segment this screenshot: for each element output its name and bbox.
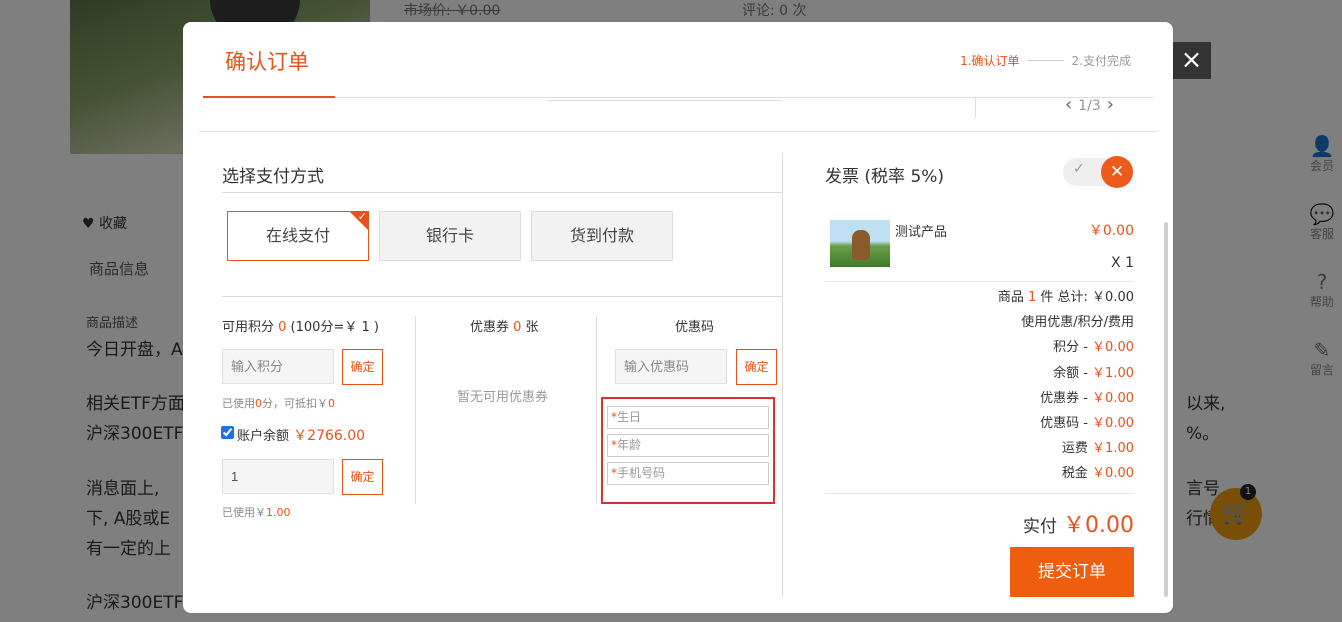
column-divider xyxy=(596,316,597,504)
step-paid: 2.支付完成 xyxy=(1071,54,1131,68)
summary-row-promo: 优惠码 - ￥0.00 xyxy=(1040,416,1134,431)
goods-total: 商品 1 件 总计: ￥0.00 xyxy=(997,290,1134,305)
balance-label: 账户余额 ￥2766.00 xyxy=(237,428,366,444)
chevron-left-icon[interactable]: ‹ xyxy=(1065,94,1072,115)
total-divider xyxy=(825,493,1134,494)
summary-row-coupon: 优惠券 - ￥0.00 xyxy=(1040,391,1134,406)
title-underline xyxy=(203,96,335,98)
product-name: 测试产品 xyxy=(895,225,948,240)
summary-row-tax: 税金 ￥0.00 xyxy=(1061,466,1134,481)
promo-confirm-button[interactable]: 确定 xyxy=(736,349,777,385)
points-input[interactable] xyxy=(222,349,334,384)
pager: ‹ 1/3 › xyxy=(1059,94,1120,115)
payment-title: 选择支付方式 xyxy=(222,167,324,187)
birthday-field[interactable]: *生日 xyxy=(607,406,769,429)
pay-online-button[interactable]: 在线支付 ✓ xyxy=(227,210,369,261)
close-icon[interactable]: × xyxy=(1172,42,1211,79)
confirm-order-modal: 确认订单 1.确认订单 2.支付完成 ‹ 1/3 › 选择支付方式 在线支付 ✓ 银… xyxy=(183,22,1173,613)
product-price: ￥0.00 xyxy=(1088,223,1134,239)
close-icon[interactable]: ✕ xyxy=(1101,156,1133,188)
coupon-label: 优惠券 0 张 xyxy=(470,320,539,335)
age-field[interactable]: *年龄 xyxy=(607,434,769,457)
summary-row-points: 积分 - ￥0.00 xyxy=(1053,340,1134,355)
phone-field[interactable]: *手机号码 xyxy=(607,462,769,485)
promo-input[interactable] xyxy=(615,349,727,384)
discount-divider xyxy=(222,296,782,297)
chevron-right-icon[interactable]: › xyxy=(1107,94,1114,115)
balance-checkbox[interactable] xyxy=(221,426,234,439)
scrolled-input-edge xyxy=(547,98,782,101)
pay-cod-button[interactable]: 货到付款 xyxy=(531,211,673,261)
check-icon: ✓ xyxy=(357,210,367,223)
balance-used-text: 已使用￥1.00 xyxy=(222,506,291,519)
discount-heading: 使用优惠/积分/费用 xyxy=(1021,315,1134,330)
submit-order-button[interactable]: 提交订单 xyxy=(1010,547,1134,597)
summary-row-shipping: 运费 ￥1.00 xyxy=(1061,441,1134,456)
payment-divider xyxy=(222,192,782,193)
section-divider xyxy=(199,131,1157,132)
grand-total: 实付 ￥0.00 xyxy=(1023,513,1134,538)
points-label: 可用积分 0 (100分=￥ 1 ) xyxy=(222,320,379,335)
pager-divider xyxy=(975,98,976,118)
step-divider xyxy=(1027,60,1064,61)
no-coupon-text: 暂无可用优惠券 xyxy=(457,390,549,405)
pager-count: 1/3 xyxy=(1078,98,1101,114)
summary-row-balance: 余额 - ￥1.00 xyxy=(1053,366,1134,381)
product-quantity: X 1 xyxy=(1111,255,1134,271)
points-confirm-button[interactable]: 确定 xyxy=(342,349,383,385)
invoice-toggle[interactable]: ✓ ✕ xyxy=(1063,156,1133,188)
balance-confirm-button[interactable]: 确定 xyxy=(342,459,383,495)
check-icon: ✓ xyxy=(1073,161,1085,177)
pay-bank-card-button[interactable]: 银行卡 xyxy=(379,211,521,261)
step-confirm: 1.确认订单 xyxy=(960,54,1020,68)
points-used-text: 已使用0分，可抵扣￥0 xyxy=(222,397,335,410)
modal-title: 确认订单 xyxy=(225,50,309,74)
invoice-title: 发票 (税率 5%) xyxy=(825,167,945,187)
column-divider xyxy=(415,316,416,504)
column-divider xyxy=(782,153,783,597)
balance-input[interactable] xyxy=(222,459,334,494)
promo-label: 优惠码 xyxy=(675,320,715,335)
summary-divider xyxy=(825,281,1134,282)
scrollbar[interactable] xyxy=(1164,222,1168,597)
product-thumbnail xyxy=(830,220,890,267)
order-steps: 1.确认订单 2.支付完成 xyxy=(960,52,1131,69)
